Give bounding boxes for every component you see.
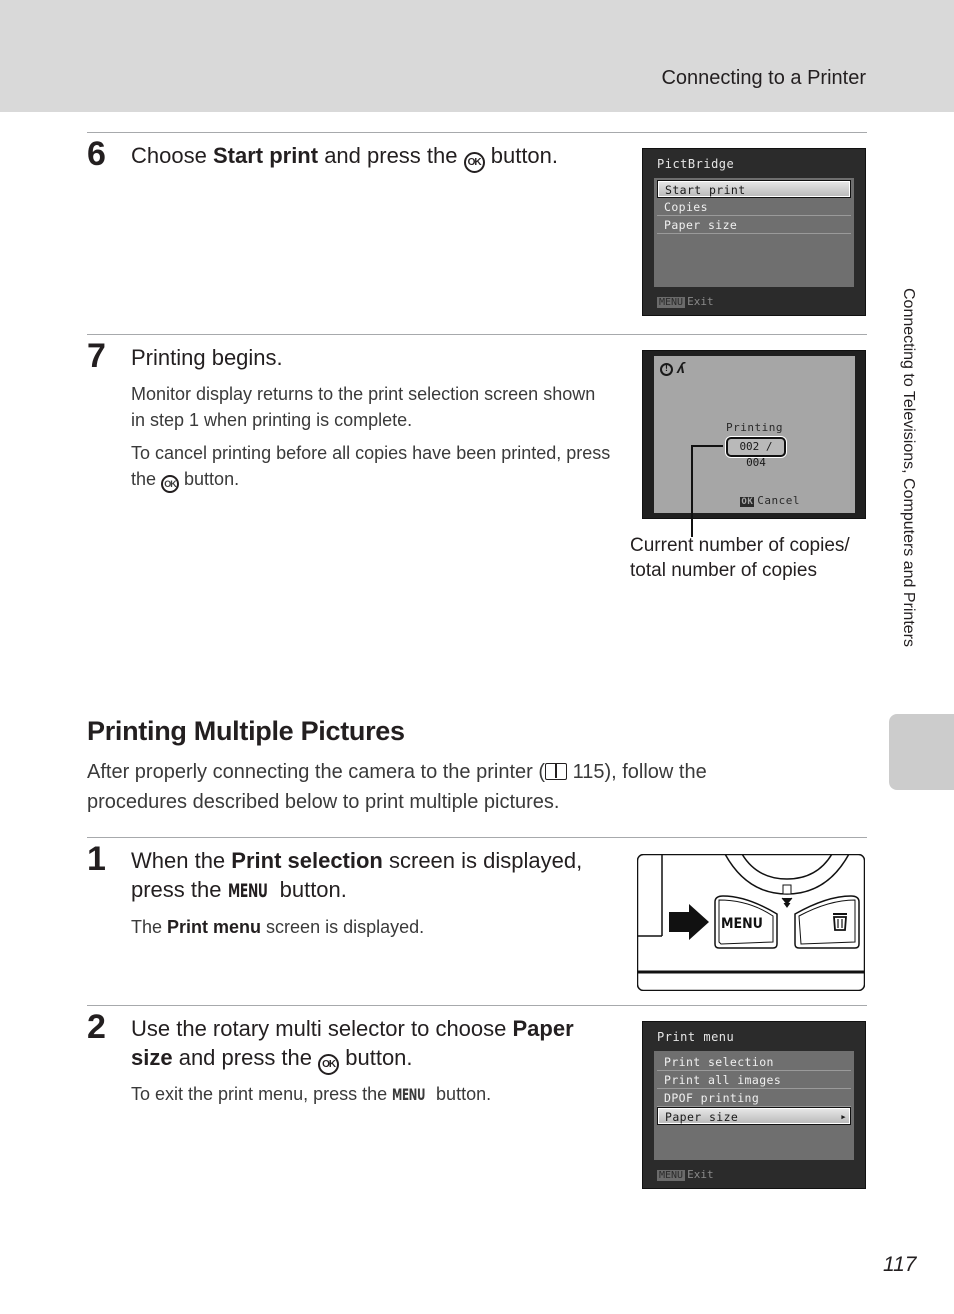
menu-item-print-all-images[interactable]: Print all images xyxy=(657,1071,851,1089)
menu-item-paper-size[interactable]: Paper size ▶ xyxy=(657,1107,851,1125)
screen-title: Print menu xyxy=(657,1030,735,1044)
running-header-title: Connecting to a Printer xyxy=(661,67,866,89)
screen-menu-area: Print selection Print all images DPOF pr… xyxy=(654,1051,854,1160)
header-band: Connecting to a Printer xyxy=(0,0,954,112)
step-body-paragraph: Monitor display returns to the print sel… xyxy=(131,384,596,430)
ok-button-icon: OK xyxy=(161,475,180,493)
body-text: button. xyxy=(179,469,240,489)
heading-text: Choose xyxy=(131,143,213,168)
step-heading: Use the rotary multi selector to choose … xyxy=(131,1014,621,1075)
submenu-arrow-icon: ▶ xyxy=(841,1113,846,1121)
ok-icon: OK xyxy=(740,497,755,507)
screen-footer: MENU Exit xyxy=(657,1168,714,1181)
page-number: 117 xyxy=(883,1253,917,1276)
camera-buttons-illustration: MENU xyxy=(637,854,865,991)
print-menu-screen: Print menu Print selection Print all ima… xyxy=(642,1021,866,1189)
side-chapter-text: Connecting to Televisions, Computers and… xyxy=(900,288,917,647)
callout-line: total number of copies xyxy=(630,560,817,581)
body-text: button. xyxy=(431,1084,492,1104)
chapter-thumb-tab xyxy=(889,714,954,790)
pictbridge-screen: PictBridge Start print Copies Paper size… xyxy=(642,148,866,316)
printing-screen-area: ! ʎ Printing 002 / 004 OK Cancel xyxy=(654,356,855,513)
heading-text: Use the rotary multi selector to choose xyxy=(131,1016,513,1041)
callout-caption: Current number of copies/ total number o… xyxy=(630,533,850,583)
heading-text: button. xyxy=(484,143,559,168)
menu-icon: MENU xyxy=(657,1170,686,1181)
body-text: The xyxy=(131,917,168,937)
heading-text: and press the xyxy=(318,143,464,168)
body-bold-text: Print menu xyxy=(167,917,262,937)
cancel-hint: OK Cancel xyxy=(740,494,800,507)
ok-button-icon: OK xyxy=(463,152,485,173)
body-text: To exit the print menu, press the xyxy=(131,1084,393,1104)
pictbridge-icon: ʎ xyxy=(677,361,686,377)
section-title: Printing Multiple Pictures xyxy=(87,716,405,746)
step-number: 1 xyxy=(87,840,106,878)
step-number: 6 xyxy=(87,135,106,173)
ok-button-icon: OK xyxy=(318,1054,340,1075)
menu-item-copies[interactable]: Copies xyxy=(657,198,851,216)
divider xyxy=(87,837,867,838)
step-body-paragraph: To cancel printing before all copies hav… xyxy=(131,440,611,493)
step-heading: When the Print selection screen is displ… xyxy=(131,846,621,906)
page-reference-link[interactable]: 115 xyxy=(573,761,605,783)
menu-item-label: Paper size xyxy=(665,1110,739,1124)
exit-label: Exit xyxy=(687,295,714,308)
body-text: screen is displayed. xyxy=(261,917,425,937)
step-body-paragraph: The Print menu screen is displayed. xyxy=(131,914,611,940)
callout-line: Current number of copies/ xyxy=(630,535,850,556)
screen-menu-area: Start print Copies Paper size xyxy=(654,178,854,287)
heading-text: button. xyxy=(273,877,347,902)
menu-item-start-print[interactable]: Start print xyxy=(657,180,851,198)
menu-button-icon: MENU xyxy=(392,1085,426,1104)
step-heading: Printing begins. xyxy=(131,345,283,370)
section-intro: After properly connecting the camera to … xyxy=(87,757,807,817)
screen-title: PictBridge xyxy=(657,157,735,171)
menu-button-label: MENU xyxy=(721,916,763,932)
exit-label: Exit xyxy=(687,1168,714,1181)
printing-screen: ! ʎ Printing 002 / 004 OK Cancel xyxy=(642,350,866,519)
warning-icon: ! xyxy=(660,363,673,376)
menu-item-paper-size[interactable]: Paper size xyxy=(657,216,851,234)
selector-notch xyxy=(782,884,792,895)
menu-icon: MENU xyxy=(657,297,686,308)
heading-bold-text: Print selection xyxy=(231,848,383,873)
cancel-label: Cancel xyxy=(757,494,800,507)
step-number: 7 xyxy=(87,337,106,375)
heading-bold-text: size xyxy=(131,1045,173,1070)
menu-button-icon: MENU xyxy=(227,880,268,902)
divider xyxy=(87,334,867,335)
callout-leader-line xyxy=(691,445,693,537)
heading-text: When the xyxy=(131,848,232,873)
heading-text: button. xyxy=(339,1045,413,1070)
book-reference-icon xyxy=(545,763,568,780)
printing-status-label: Printing xyxy=(726,421,783,434)
screen-footer: MENU Exit xyxy=(657,295,714,308)
menu-item-dpof-printing[interactable]: DPOF printing xyxy=(657,1089,851,1107)
step-heading: Choose Start print and press the OK butt… xyxy=(131,141,558,173)
divider xyxy=(87,132,867,133)
callout-leader-line xyxy=(692,445,723,447)
step-body-paragraph: To exit the print menu, press the MENU b… xyxy=(131,1081,611,1108)
side-chapter-label: Connecting to Televisions, Computers and… xyxy=(893,288,923,708)
heading-text: and press the xyxy=(172,1045,319,1070)
heading-bold-text: Paper xyxy=(512,1016,574,1041)
copies-counter: 002 / 004 xyxy=(726,437,786,469)
step-number: 2 xyxy=(87,1008,106,1046)
menu-item-print-selection[interactable]: Print selection xyxy=(657,1053,851,1071)
divider xyxy=(87,1005,867,1006)
heading-bold-text: Start print xyxy=(212,143,319,168)
intro-text: After properly connecting the camera to … xyxy=(87,761,546,783)
